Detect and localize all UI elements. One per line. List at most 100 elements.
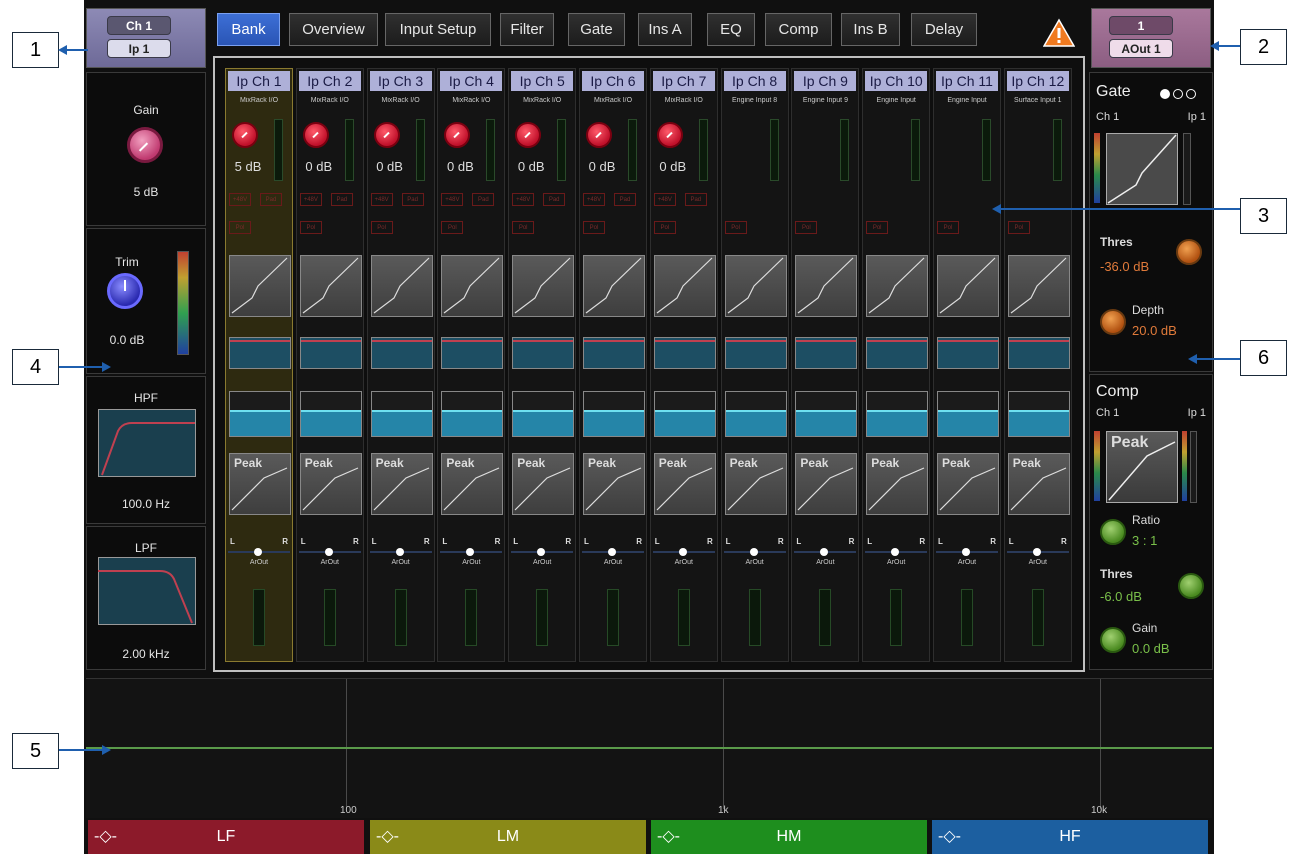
strip-gate-icon[interactable] [512, 255, 575, 317]
pad-button[interactable]: Pad [330, 193, 353, 206]
comp-panel[interactable]: Comp Ch 1 Ip 1 Peak Ratio 3 : 1 Thres -6… [1089, 374, 1213, 670]
pan-handle[interactable] [324, 548, 333, 556]
strip-pan[interactable]: L R ArOut [1006, 537, 1069, 577]
strip-filter-icon[interactable] [866, 337, 929, 369]
phantom-button[interactable]: +48V [229, 193, 251, 206]
strip-gain-knob[interactable] [586, 122, 612, 148]
strip-pan[interactable]: L R ArOut [794, 537, 857, 577]
polarity-button[interactable]: Pol [653, 221, 676, 234]
pad-button[interactable]: Pad [260, 193, 282, 206]
strip-gate-icon[interactable] [653, 255, 716, 317]
strip-eq-icon[interactable] [370, 391, 433, 437]
eq-response-graph[interactable]: 100 1k 10k [86, 678, 1212, 818]
strip-pan[interactable]: L R ArOut [369, 537, 432, 577]
strip-gate-icon[interactable] [583, 255, 645, 317]
strip-name[interactable]: Ip Ch 7 [652, 71, 715, 91]
tab-comp[interactable]: Comp [765, 13, 832, 46]
strip-pan[interactable]: L R ArOut [228, 537, 290, 577]
strip-comp-icon[interactable]: Peak [441, 453, 504, 515]
strip-comp-icon[interactable]: Peak [937, 453, 999, 515]
strip-comp-icon[interactable]: Peak [653, 453, 716, 515]
input-channel-selector[interactable]: Ch 1 Ip 1 [86, 8, 206, 68]
channel-strip[interactable]: Ip Ch 11 Engine Input Pol Peak L R ArOut [933, 68, 1001, 662]
hpf-panel[interactable]: HPF 100.0 Hz [86, 376, 206, 524]
strip-filter-icon[interactable] [795, 337, 858, 369]
eq-band-hf[interactable]: -◇- HF [932, 820, 1208, 854]
gain-knob[interactable] [127, 127, 163, 163]
tab-ins-b[interactable]: Ins B [841, 13, 900, 46]
eq-band-lm[interactable]: -◇- LM [370, 820, 646, 854]
strip-comp-icon[interactable]: Peak [370, 453, 433, 515]
strip-filter-icon[interactable] [229, 337, 291, 369]
strip-gate-icon[interactable] [299, 255, 362, 317]
strip-comp-icon[interactable]: Peak [512, 453, 575, 515]
strip-gain-knob[interactable] [302, 122, 329, 148]
strip-pan[interactable]: L R ArOut [511, 537, 574, 577]
pan-handle[interactable] [608, 548, 616, 556]
comp-gain-knob[interactable] [1100, 627, 1126, 653]
pan-handle[interactable] [820, 548, 829, 556]
channel-strip[interactable]: Ip Ch 9 Engine Input 9 Pol Peak L R ArOut [791, 68, 860, 662]
channel-strip[interactable]: Ip Ch 4 MixRack I/O 0 dB +48V Pad Pol Peak L R Ar… [437, 68, 506, 662]
strip-filter-icon[interactable] [512, 337, 575, 369]
trim-knob[interactable] [107, 273, 143, 309]
strip-gate-icon[interactable] [441, 255, 504, 317]
gate-depth-knob[interactable] [1100, 309, 1126, 335]
strip-gate-icon[interactable] [1007, 255, 1070, 317]
strip-gate-icon[interactable] [795, 255, 858, 317]
phantom-button[interactable]: +48V [583, 193, 605, 206]
strip-gain-knob[interactable] [232, 122, 258, 148]
strip-eq-icon[interactable] [724, 391, 787, 437]
polarity-button[interactable]: Pol [512, 221, 535, 234]
strip-pan[interactable]: L R ArOut [865, 537, 928, 577]
polarity-button[interactable]: Pol [583, 221, 605, 234]
strip-eq-icon[interactable] [441, 391, 504, 437]
channel-strip[interactable]: Ip Ch 5 MixRack I/O 0 dB +48V Pad Pol Peak L R Ar… [508, 68, 577, 662]
strip-pan[interactable]: L R ArOut [936, 537, 998, 577]
pan-handle[interactable] [678, 548, 687, 556]
strip-comp-icon[interactable]: Peak [229, 453, 291, 515]
strip-comp-icon[interactable]: Peak [1007, 453, 1070, 515]
strip-name[interactable]: Ip Ch 11 [936, 71, 998, 91]
output-selector[interactable]: 1 AOut 1 [1091, 8, 1211, 68]
pan-handle[interactable] [962, 548, 970, 556]
strip-filter-icon[interactable] [1007, 337, 1070, 369]
strip-gate-icon[interactable] [866, 255, 929, 317]
phantom-button[interactable]: +48V [653, 193, 676, 206]
strip-filter-icon[interactable] [653, 337, 716, 369]
strip-pan[interactable]: L R ArOut [582, 537, 644, 577]
strip-comp-icon[interactable]: Peak [795, 453, 858, 515]
strip-name[interactable]: Ip Ch 3 [369, 71, 432, 91]
strip-pan[interactable]: L R ArOut [652, 537, 715, 577]
eq-band-hm[interactable]: -◇- HM [651, 820, 927, 854]
strip-eq-icon[interactable] [795, 391, 858, 437]
pad-button[interactable]: Pad [543, 193, 566, 206]
channel-strip[interactable]: Ip Ch 2 MixRack I/O 0 dB +48V Pad Pol Peak L R Ar… [295, 68, 364, 662]
pad-button[interactable]: Pad [472, 193, 495, 206]
strip-eq-icon[interactable] [229, 391, 291, 437]
strip-filter-icon[interactable] [370, 337, 433, 369]
gate-thres-knob[interactable] [1176, 239, 1202, 265]
strip-eq-icon[interactable] [512, 391, 575, 437]
strip-name[interactable]: Ip Ch 2 [298, 71, 361, 91]
strip-gate-icon[interactable] [370, 255, 433, 317]
strip-gate-icon[interactable] [937, 255, 999, 317]
strip-gain-knob[interactable] [444, 122, 471, 148]
phantom-button[interactable]: +48V [370, 193, 393, 206]
tab-input-setup[interactable]: Input Setup [385, 13, 491, 46]
strip-name[interactable]: Ip Ch 12 [1006, 71, 1069, 91]
strip-filter-icon[interactable] [583, 337, 645, 369]
polarity-button[interactable]: Pol [724, 221, 747, 234]
polarity-button[interactable]: Pol [1007, 221, 1030, 234]
polarity-button[interactable]: Pol [299, 221, 322, 234]
strip-pan[interactable]: L R ArOut [723, 537, 786, 577]
strip-pan[interactable]: L R ArOut [440, 537, 503, 577]
pad-button[interactable]: Pad [684, 193, 707, 206]
channel-strip[interactable]: Ip Ch 6 MixRack I/O 0 dB +48V Pad Pol Peak L R Ar… [579, 68, 647, 662]
channel-strip[interactable]: Ip Ch 12 Surface Input 1 Pol Peak L R ArOut [1003, 68, 1072, 662]
strip-name[interactable]: Ip Ch 4 [440, 71, 503, 91]
strip-eq-icon[interactable] [299, 391, 362, 437]
polarity-button[interactable]: Pol [866, 221, 889, 234]
strip-pan[interactable]: L R ArOut [298, 537, 361, 577]
pan-handle[interactable] [254, 548, 262, 556]
